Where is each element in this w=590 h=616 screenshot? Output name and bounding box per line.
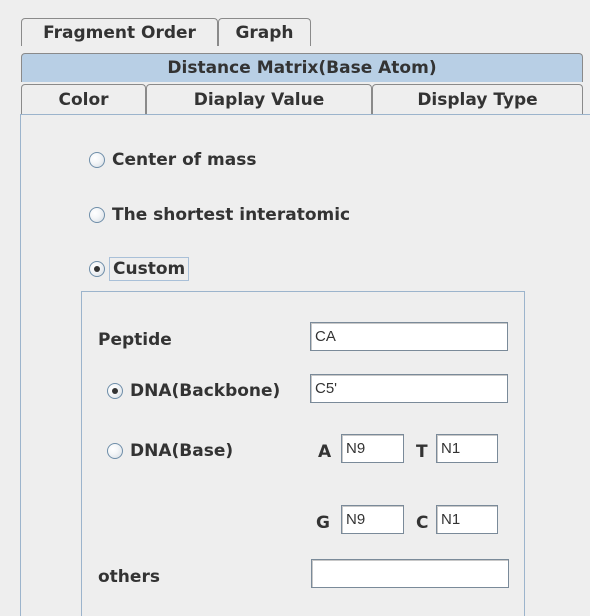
center-of-mass-radio[interactable]: Center of mass bbox=[89, 150, 256, 170]
others-field[interactable] bbox=[311, 559, 509, 588]
tab-display-type[interactable]: Display Type bbox=[372, 84, 583, 114]
radio-button-icon bbox=[89, 207, 105, 223]
base-c-field[interactable]: N1 bbox=[436, 505, 498, 534]
tab-distance-matrix[interactable]: Distance Matrix(Base Atom) bbox=[21, 53, 583, 82]
dna-backbone-radio[interactable]: DNA(Backbone) bbox=[107, 381, 280, 401]
radio-label: Center of mass bbox=[112, 150, 257, 170]
tab-graph[interactable]: Graph bbox=[218, 18, 311, 46]
peptide-field[interactable]: CA bbox=[310, 322, 508, 351]
radio-button-checked-icon bbox=[107, 383, 123, 399]
tab-label: Distance Matrix(Base Atom) bbox=[167, 58, 437, 78]
tab-label: Fragment Order bbox=[43, 22, 196, 43]
dna-base-radio[interactable]: DNA(Base) bbox=[107, 441, 233, 461]
tab-label: Graph bbox=[235, 22, 294, 43]
base-t-label: T bbox=[416, 442, 428, 462]
others-label: others bbox=[98, 567, 160, 587]
base-t-field[interactable]: N1 bbox=[436, 434, 498, 463]
tab-color[interactable]: Color bbox=[21, 84, 146, 114]
radio-button-checked-icon bbox=[89, 261, 105, 277]
base-g-field[interactable]: N9 bbox=[341, 505, 404, 534]
radio-label: DNA(Base) bbox=[130, 441, 234, 461]
radio-button-icon bbox=[107, 443, 123, 459]
peptide-label: Peptide bbox=[98, 330, 172, 350]
base-c-label: C bbox=[416, 513, 429, 533]
tab-fragment-order[interactable]: Fragment Order bbox=[21, 18, 218, 46]
base-a-label: A bbox=[318, 442, 332, 462]
dna-backbone-field[interactable]: C5' bbox=[310, 374, 508, 403]
base-g-label: G bbox=[316, 513, 330, 533]
custom-radio[interactable]: Custom bbox=[89, 257, 190, 281]
radio-button-icon bbox=[89, 152, 105, 168]
shortest-interatomic-radio[interactable]: The shortest interatomic bbox=[89, 205, 350, 225]
tab-label: Color bbox=[58, 89, 109, 110]
tab-display-value[interactable]: Diaplay Value bbox=[146, 84, 372, 114]
radio-label: Custom bbox=[109, 257, 190, 281]
tab-label: Diaplay Value bbox=[193, 89, 325, 110]
radio-label: DNA(Backbone) bbox=[130, 381, 281, 401]
tab-label: Display Type bbox=[417, 89, 538, 110]
radio-label: The shortest interatomic bbox=[112, 205, 351, 225]
base-a-field[interactable]: N9 bbox=[341, 434, 404, 463]
